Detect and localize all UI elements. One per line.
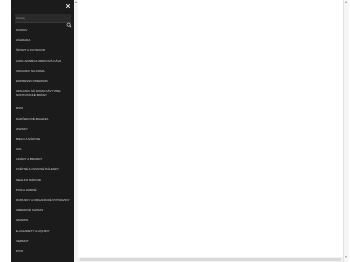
scroll-down-arrow-icon[interactable] — [345, 256, 347, 258]
menu-scrollbar[interactable] — [74, 0, 78, 262]
page-vertical-scrollbar[interactable] — [343, 0, 349, 262]
menu-item-bielo-a-napoje[interactable]: BIELO A NÁPOJE — [16, 137, 72, 148]
search-icon[interactable] — [66, 15, 72, 28]
scroll-up-arrow-icon[interactable] — [345, 1, 347, 3]
menu-item-pivo[interactable]: PIVO — [16, 249, 72, 260]
search-input[interactable] — [16, 14, 61, 22]
close-icon[interactable] — [65, 3, 71, 9]
menu-item-vermut[interactable]: VERMUT — [16, 239, 72, 250]
menu-item-organic-kavy[interactable]: ORGANIC NÁ DOMA KÁVY PRE NONTOXICKÉ BRÁN… — [16, 89, 72, 107]
horizontal-scroll-thumb[interactable] — [80, 258, 341, 261]
menu-list: DOMOV ZÁHRADA ŠPORT A OUTDOOR 100% ARABI… — [16, 28, 72, 260]
scroll-up-arrow-icon[interactable] — [74, 1, 77, 3]
side-menu: DOMOV ZÁHRADA ŠPORT A OUTDOOR 100% ARABI… — [11, 0, 74, 262]
page-horizontal-scrollbar[interactable] — [78, 257, 343, 262]
menu-item-rum[interactable]: RUM — [16, 107, 72, 117]
search-box — [15, 14, 72, 28]
